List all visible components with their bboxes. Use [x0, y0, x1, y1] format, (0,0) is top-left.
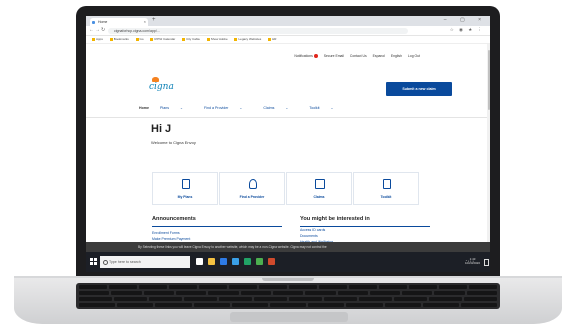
card-claims[interactable]: Claims	[286, 172, 352, 205]
nav-plans[interactable]: Plans ⌄	[160, 106, 193, 110]
utility-link-log-out[interactable]: Log Out	[408, 54, 420, 58]
url-field[interactable]: cignaforhcp.cigna.com/app/...	[108, 27, 408, 34]
document-icon	[182, 179, 190, 189]
nav-toolkit[interactable]: Toolkit ⌄	[309, 106, 343, 110]
excel-icon[interactable]	[244, 258, 251, 265]
file-explorer-icon[interactable]	[208, 258, 215, 265]
scrollbar-thumb[interactable]	[487, 50, 490, 110]
card-label: Toolkit	[380, 195, 392, 199]
taskbar-search-input[interactable]: Type here to search	[100, 256, 190, 268]
greeting-heading: Hi J	[151, 123, 172, 135]
utility-link-secure-email[interactable]: Secure Email	[324, 54, 344, 58]
interest-link[interactable]: Documents	[300, 234, 318, 238]
card-find-provider[interactable]: Find a Provider	[219, 172, 285, 205]
favicon-icon	[92, 20, 95, 24]
utility-link-contact-us[interactable]: Contact Us	[350, 54, 367, 58]
card-label: Find a Provider	[239, 195, 265, 199]
bookmark-icon	[268, 37, 272, 41]
utility-link-espanol[interactable]: Espanol	[373, 54, 385, 58]
utility-nav: Notifications Secure Email Contact Us Es…	[284, 54, 420, 59]
close-tab-icon[interactable]: ×	[144, 18, 146, 26]
quick-links: My Plans Find a Provider Claims Toolkit	[152, 172, 419, 205]
card-my-plans[interactable]: My Plans	[152, 172, 218, 205]
taskbar-clock[interactable]: 1:43 10/23/2020	[465, 257, 480, 265]
chrome-icon[interactable]	[256, 258, 263, 265]
laptop-keyboard	[76, 283, 500, 309]
windows-taskbar: Type here to search ^ ▪ ♪ ⌁ 1:43 10/23/2…	[86, 252, 490, 272]
back-icon[interactable]: ←	[89, 27, 94, 33]
task-view-icon[interactable]	[196, 258, 203, 265]
interest-link[interactable]: Access ID cards	[300, 228, 325, 232]
reload-icon[interactable]: ↻	[101, 27, 105, 33]
cigna-logo[interactable]: cigna	[149, 77, 174, 92]
browser-tab[interactable]: Home ×	[90, 18, 148, 26]
card-toolkit[interactable]: Toolkit	[353, 172, 419, 205]
announcement-link[interactable]: Enrollment Forms	[152, 231, 180, 235]
announcements-heading: Announcements	[152, 216, 196, 222]
extension-icons[interactable]: ☆ ◉ ★ ⋮	[450, 27, 484, 33]
main-nav: Home Plans ⌄ Find a Provider ⌄ Claims ⌄ …	[139, 106, 354, 110]
bookmark-icon	[182, 37, 186, 41]
external-link-banner: By Selecting these links you will leave …	[86, 242, 490, 252]
wallet-icon	[315, 179, 325, 189]
bookmark-icon	[109, 37, 113, 41]
chevron-down-icon: ⌄	[330, 106, 334, 110]
interests-heading: You might be interested in	[300, 216, 370, 222]
windows-start-icon[interactable]	[90, 258, 97, 265]
bookmark-item[interactable]: Go	[135, 36, 144, 43]
address-bar-row: ← → ↻ cignaforhcp.cigna.com/app/... ☆ ◉ …	[86, 26, 490, 36]
chevron-down-icon: ⌄	[180, 106, 184, 110]
browser-tab-bar: Home × + – ▢ ×	[86, 16, 490, 26]
notification-badge	[313, 54, 318, 59]
action-center-icon[interactable]	[484, 259, 489, 266]
tree-of-life-icon	[152, 77, 159, 82]
forward-icon[interactable]: →	[95, 27, 100, 33]
new-tab-icon[interactable]: +	[152, 17, 156, 23]
bookmark-item[interactable]: HR	[268, 36, 276, 43]
welcome-text: Welcome to Cigna Envoy	[151, 140, 196, 145]
search-icon	[103, 260, 108, 265]
bookmark-item[interactable]: Legacy Websites	[234, 36, 261, 43]
bookmark-item[interactable]: City Cable	[182, 36, 200, 43]
bookmark-item[interactable]: Apps	[92, 36, 103, 43]
laptop-screen: Home × + – ▢ × ← → ↻ cignaforhcp.cigna.c…	[86, 16, 490, 272]
window-controls[interactable]: – ▢ ×	[444, 17, 487, 23]
card-label: My Plans	[177, 195, 193, 199]
bookmarks-bar: Apps Bookmarks Go RPNJ Calendar City Cab…	[86, 36, 490, 44]
web-page: Notifications Secure Email Contact Us Es…	[86, 44, 490, 244]
interests-underline	[300, 226, 430, 227]
announcements-underline	[152, 226, 282, 227]
edge-icon[interactable]	[232, 258, 239, 265]
nav-divider	[86, 117, 490, 118]
person-icon	[249, 179, 257, 189]
clipboard-icon	[383, 179, 391, 189]
chevron-down-icon: ⌄	[239, 106, 243, 110]
nav-find-provider[interactable]: Find a Provider ⌄	[204, 106, 252, 110]
bookmark-icon	[92, 37, 95, 41]
bookmark-item[interactable]: Bookmarks	[109, 36, 129, 43]
powerpoint-icon[interactable]	[268, 258, 275, 265]
nav-claims[interactable]: Claims ⌄	[263, 106, 298, 110]
bookmark-icon	[206, 37, 210, 41]
notifications-link[interactable]: Notifications	[289, 54, 318, 59]
bookmark-item[interactable]: Show Adobe	[206, 36, 228, 43]
submit-claim-button[interactable]: Submit a new claim	[386, 82, 452, 96]
utility-link-english[interactable]: English	[391, 54, 402, 58]
nav-home[interactable]: Home	[139, 106, 149, 110]
mail-icon[interactable]	[220, 258, 227, 265]
bookmark-icon	[135, 37, 139, 41]
announcement-link[interactable]: Make Premium Payment	[152, 237, 190, 241]
trackpad	[230, 312, 348, 322]
bookmark-item[interactable]: RPNJ Calendar	[150, 36, 175, 43]
tab-title: Home	[98, 20, 108, 24]
bookmark-icon	[150, 37, 154, 41]
chevron-down-icon: ⌄	[285, 106, 289, 110]
laptop-notch	[262, 278, 314, 281]
card-label: Claims	[313, 195, 325, 199]
